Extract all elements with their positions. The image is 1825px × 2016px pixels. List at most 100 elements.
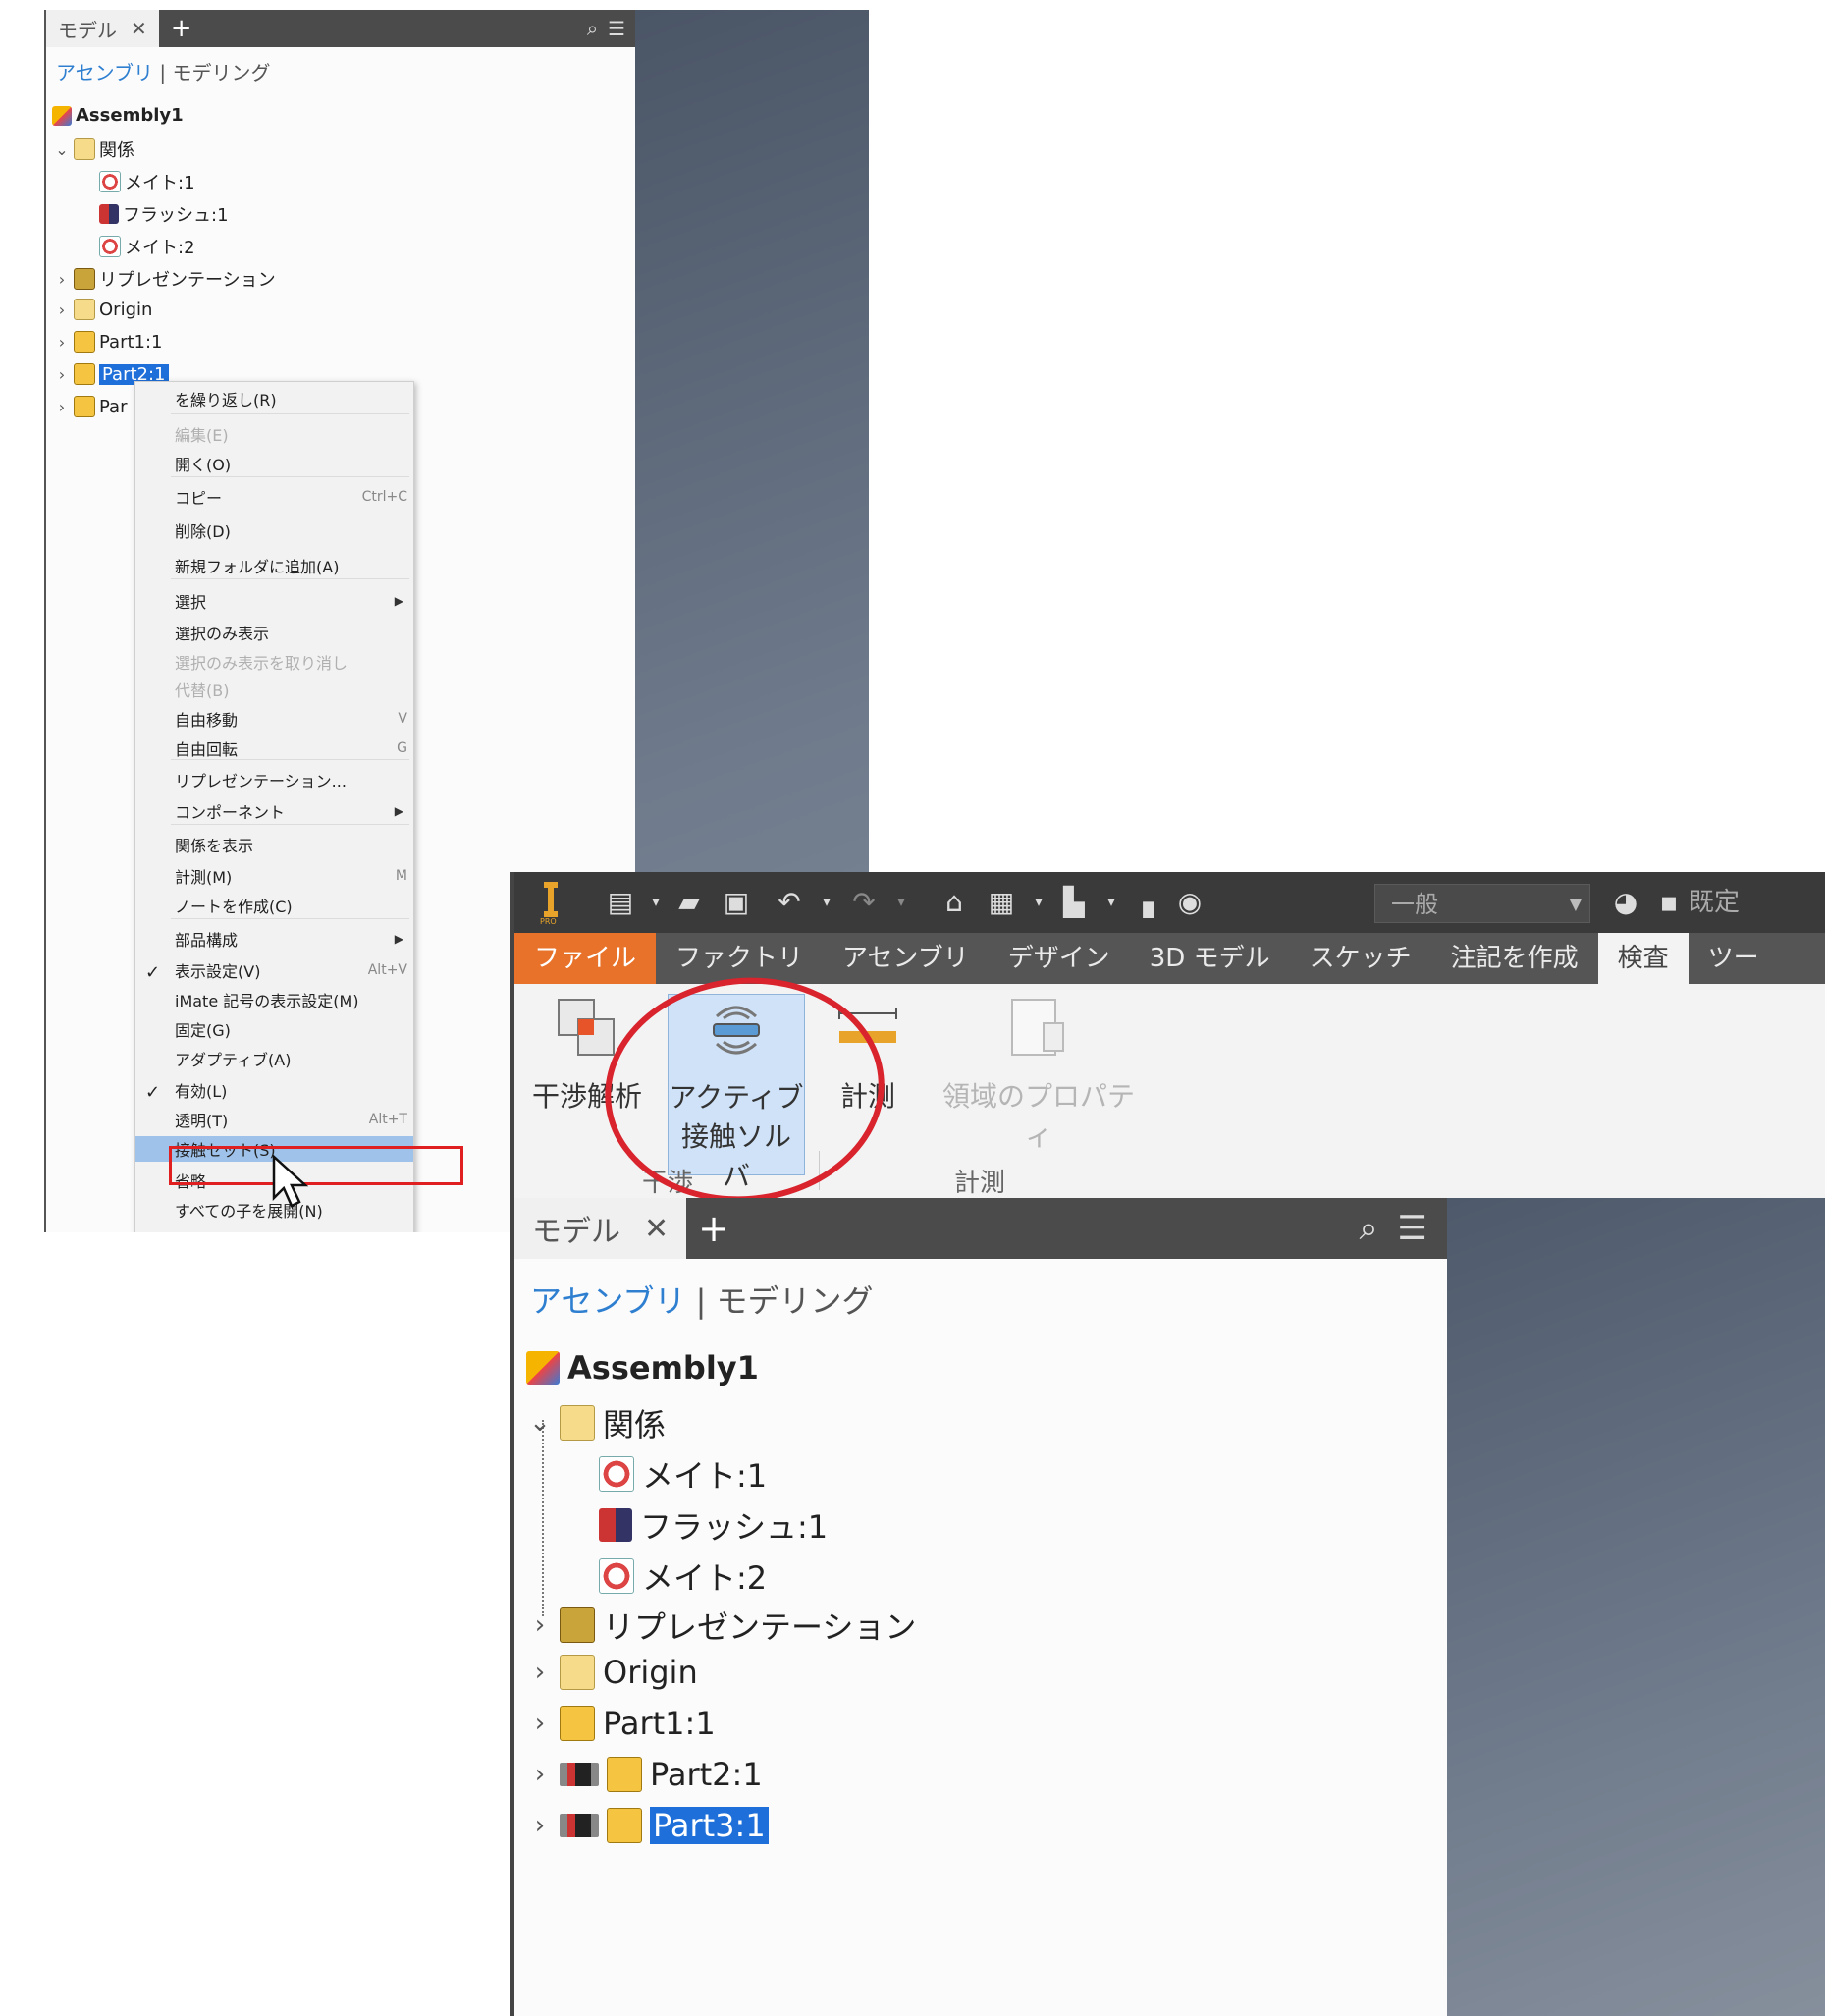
- tree-node-mate2[interactable]: メイト:2: [99, 234, 195, 259]
- appearance-icon[interactable]: ◕: [1608, 886, 1643, 919]
- dropdown-arrow-icon[interactable]: ▾: [809, 886, 844, 919]
- context-menu-item[interactable]: 部品構成 ▶: [135, 926, 413, 952]
- ribbon-tab[interactable]: デザイン: [989, 933, 1130, 984]
- dropdown-arrow-icon[interactable]: ▾: [1021, 886, 1056, 919]
- context-menu-item[interactable]: 代替(B): [135, 677, 413, 702]
- tree-node-origin[interactable]: › Origin: [528, 1654, 698, 1691]
- tree-node-origin[interactable]: › Origin: [54, 299, 152, 320]
- material-icon[interactable]: ◉: [1172, 886, 1208, 919]
- select-priority-icon[interactable]: ▙: [1056, 886, 1092, 919]
- tree-node-mate2[interactable]: メイト:2: [599, 1553, 767, 1599]
- ribbon-tab[interactable]: ツー: [1689, 933, 1779, 984]
- context-menu-item[interactable]: 自由移動 V: [135, 706, 413, 732]
- ribbon-tab[interactable]: 注記を作成: [1431, 933, 1598, 984]
- chevron-right-icon[interactable]: ›: [528, 1760, 552, 1789]
- add-tab-button[interactable]: +: [159, 14, 204, 43]
- style-combo[interactable]: 一般 ▼: [1374, 884, 1590, 923]
- ribbon-tab[interactable]: ファクトリ: [656, 933, 823, 984]
- dropdown-arrow-icon[interactable]: ▾: [1094, 886, 1129, 919]
- ribbon-tab[interactable]: スケッチ: [1290, 933, 1431, 984]
- dropdown-arrow-icon[interactable]: ▾: [884, 886, 919, 919]
- tree-node-relations[interactable]: ⌄ 関係: [528, 1400, 666, 1445]
- tree-node-mate1[interactable]: メイト:1: [599, 1451, 767, 1497]
- search-icon[interactable]: ⌕: [587, 17, 598, 40]
- tree-node-relations[interactable]: ⌄ 関係: [54, 136, 134, 162]
- chevron-down-icon[interactable]: ⌄: [54, 140, 70, 159]
- tree-node-part1[interactable]: › Part1:1: [54, 331, 163, 353]
- tree-node-representation[interactable]: › リプレゼンテーション: [54, 266, 276, 292]
- context-menu-item[interactable]: 自由回転 G: [135, 736, 413, 761]
- material-combo[interactable]: 既定: [1689, 886, 1740, 919]
- menu-icon[interactable]: ☰: [608, 17, 625, 40]
- mode-assembly-link[interactable]: アセンブリ: [530, 1282, 685, 1320]
- chevron-right-icon[interactable]: ›: [54, 300, 70, 319]
- context-menu-item[interactable]: 選択 ▶: [135, 588, 413, 614]
- tree-node-assembly[interactable]: Assembly1: [52, 105, 184, 126]
- context-menu-item[interactable]: を繰り返し(R): [135, 386, 413, 411]
- new-file-icon[interactable]: ▤: [603, 886, 638, 919]
- mode-modeling-link[interactable]: モデリング: [172, 61, 270, 84]
- tree-node-part1[interactable]: › Part1:1: [528, 1705, 716, 1742]
- chevron-right-icon[interactable]: ›: [528, 1610, 552, 1640]
- chevron-right-icon[interactable]: ›: [528, 1658, 552, 1687]
- ribbon-tab[interactable]: 3D モデル: [1130, 933, 1290, 984]
- context-menu-item[interactable]: コンポーネント ▶: [135, 798, 413, 824]
- tab-model[interactable]: モデル ✕: [514, 1198, 687, 1259]
- context-menu-item[interactable]: 開く(O): [135, 451, 413, 476]
- chevron-right-icon[interactable]: ›: [54, 398, 70, 416]
- context-menu-item[interactable]: 削除(D): [135, 518, 413, 543]
- chevron-right-icon[interactable]: ›: [54, 365, 70, 384]
- tree-node-mate1[interactable]: メイト:1: [99, 169, 195, 194]
- chevron-right-icon[interactable]: ›: [54, 333, 70, 352]
- tree-node-representation[interactable]: › リプレゼンテーション: [528, 1603, 916, 1648]
- context-menu-item[interactable]: iMate 記号の表示設定(M): [135, 987, 413, 1012]
- menu-icon[interactable]: ☰: [1398, 1209, 1427, 1248]
- graphics-viewport[interactable]: [1447, 1198, 1825, 2016]
- dropdown-arrow-icon[interactable]: ▾: [638, 886, 673, 919]
- mode-modeling-link[interactable]: モデリング: [717, 1282, 874, 1320]
- update-icon[interactable]: ▦: [984, 886, 1019, 919]
- tree-node-flush1[interactable]: フラッシュ:1: [99, 201, 229, 227]
- ribbon-tab[interactable]: 検査: [1597, 933, 1689, 984]
- context-menu-item[interactable]: 計測(M) M: [135, 863, 413, 889]
- context-menu-item[interactable]: リプレゼンテーション...: [135, 767, 413, 792]
- context-menu-item[interactable]: 新規フォルダに追加(A): [135, 553, 413, 578]
- tree-node-part2[interactable]: › Part2:1: [528, 1756, 763, 1793]
- ribbon-tab[interactable]: アセンブリ: [823, 933, 989, 984]
- context-menu-item[interactable]: 関係を表示: [135, 832, 413, 857]
- search-icon[interactable]: ⌕: [1359, 1209, 1377, 1248]
- close-icon[interactable]: ✕: [131, 17, 147, 40]
- context-menu-item[interactable]: 固定(G): [135, 1016, 413, 1042]
- context-menu-item[interactable]: アダプティブ(A): [135, 1046, 413, 1071]
- add-tab-button[interactable]: +: [686, 1207, 741, 1250]
- undo-icon[interactable]: ↶: [772, 886, 807, 919]
- home-icon[interactable]: ⌂: [937, 886, 972, 919]
- context-menu-item[interactable]: ノートを作成(C): [135, 893, 413, 918]
- tree-node-assembly[interactable]: Assembly1: [526, 1349, 759, 1387]
- save-icon[interactable]: ▣: [719, 886, 754, 919]
- close-icon[interactable]: ✕: [644, 1212, 669, 1246]
- ribbon-tab[interactable]: ファイル: [514, 933, 657, 984]
- context-menu-item[interactable]: ✓ 有効(L): [135, 1077, 413, 1103]
- chevron-right-icon[interactable]: ›: [528, 1811, 552, 1840]
- context-menu-item[interactable]: 選択のみ表示を取り消し: [135, 649, 413, 675]
- region-properties-button[interactable]: 領域のプロパティ: [931, 994, 1147, 1154]
- app-logo-icon[interactable]: PRO: [534, 880, 567, 925]
- context-menu-item[interactable]: 選択のみ表示: [135, 620, 413, 645]
- redo-icon[interactable]: ↷: [846, 886, 882, 919]
- chevron-right-icon[interactable]: ›: [54, 270, 70, 289]
- context-menu-item[interactable]: ✓ 表示設定(V) Alt+V: [135, 957, 413, 983]
- material-swatch-icon[interactable]: ▪: [1651, 886, 1687, 919]
- context-menu-item[interactable]: コピー Ctrl+C: [135, 484, 413, 510]
- mode-assembly-link[interactable]: アセンブリ: [56, 61, 153, 84]
- tree-node-part3[interactable]: › Part3:1: [528, 1807, 769, 1844]
- properties-icon[interactable]: ▗: [1125, 886, 1160, 919]
- tree-node-flush1[interactable]: フラッシュ:1: [599, 1502, 828, 1548]
- open-folder-icon[interactable]: ▰: [671, 886, 707, 919]
- chevron-down-icon[interactable]: ⌄: [528, 1408, 552, 1438]
- context-menu-item[interactable]: 透明(T) Alt+T: [135, 1107, 413, 1132]
- chevron-right-icon[interactable]: ›: [528, 1709, 552, 1738]
- tree-node-part3[interactable]: › Par: [54, 396, 127, 417]
- tab-model[interactable]: モデル ✕: [46, 10, 159, 47]
- context-menu-item[interactable]: 編集(E): [135, 421, 413, 447]
